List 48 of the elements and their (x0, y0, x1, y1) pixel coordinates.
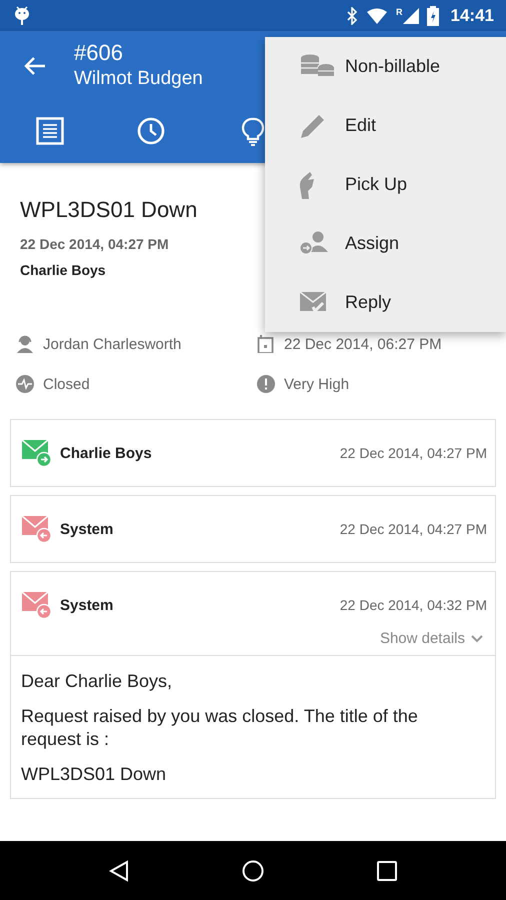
bluetooth-icon (346, 6, 358, 24)
home-circle-icon[interactable] (242, 860, 264, 882)
list-icon[interactable] (36, 117, 64, 147)
lightbulb-icon[interactable] (239, 117, 267, 147)
battery-icon (426, 6, 439, 26)
exclamation-circle-icon (257, 375, 275, 393)
recents-square-icon[interactable] (376, 860, 398, 882)
pulse-circle-icon (16, 375, 34, 393)
message-paragraph: WPL3DS01 Down (21, 763, 168, 786)
message-paragraph: Dear Charlie Boys, (21, 670, 174, 693)
show-details-link[interactable]: Show details (380, 628, 483, 649)
menu-item[interactable]: Non-billable (265, 37, 506, 96)
request-title: WPL3DS01 Down (20, 196, 198, 224)
incoming-mail-icon (22, 515, 52, 543)
request-number: #606 (74, 40, 124, 66)
property-value: Jordan Charlesworth (43, 336, 182, 352)
network-label: R (396, 8, 403, 16)
sender-name: System (60, 520, 114, 538)
chevron-down-icon (471, 634, 483, 642)
clock-icon[interactable] (137, 117, 165, 147)
property-value: Closed (43, 376, 90, 392)
status-time: 14:41 (450, 6, 494, 26)
menu-item[interactable]: Assign (265, 214, 506, 273)
created-date: 22 Dec 2014, 04:27 PM (20, 236, 169, 252)
android-icon (14, 6, 30, 26)
sender-name: Charlie Boys (60, 444, 153, 462)
message-time: 22 Dec 2014, 04:27 PM (340, 521, 487, 537)
property-value: Very High (284, 376, 350, 392)
sender-name: System (60, 596, 114, 614)
message-time: 22 Dec 2014, 04:32 PM (340, 597, 487, 613)
property-value: 22 Dec 2014, 06:27 PM (284, 336, 442, 352)
signal-icon (402, 8, 419, 24)
back-arrow-icon (24, 57, 46, 75)
back-triangle-icon[interactable] (108, 860, 130, 882)
requester-name: Charlie Boys (20, 262, 106, 278)
conversation-card[interactable]: Charlie Boys 22 Dec 2014, 04:27 PM (10, 419, 496, 487)
conversation-card[interactable]: System 22 Dec 2014, 04:32 PM Show details Dear Charlie Boys, Request raised by you was closed. The title of the request is : WPL3DS01 Down (10, 571, 496, 799)
outgoing-mail-icon (22, 439, 52, 467)
conversation-card[interactable]: System 22 Dec 2014, 04:27 PM (10, 495, 496, 563)
menu-item[interactable]: Reply (265, 273, 506, 332)
requester-name: Wilmot Budgen (74, 67, 203, 91)
wifi-icon (366, 8, 388, 24)
incoming-mail-icon (22, 591, 52, 619)
message-time: 22 Dec 2014, 04:27 PM (340, 445, 487, 461)
menu-item[interactable]: Edit (265, 96, 506, 155)
menu-item[interactable]: Pick Up (265, 155, 506, 214)
calendar-icon (257, 335, 275, 353)
message-paragraph: Request raised by you was closed. The title of the request is : (21, 705, 419, 751)
